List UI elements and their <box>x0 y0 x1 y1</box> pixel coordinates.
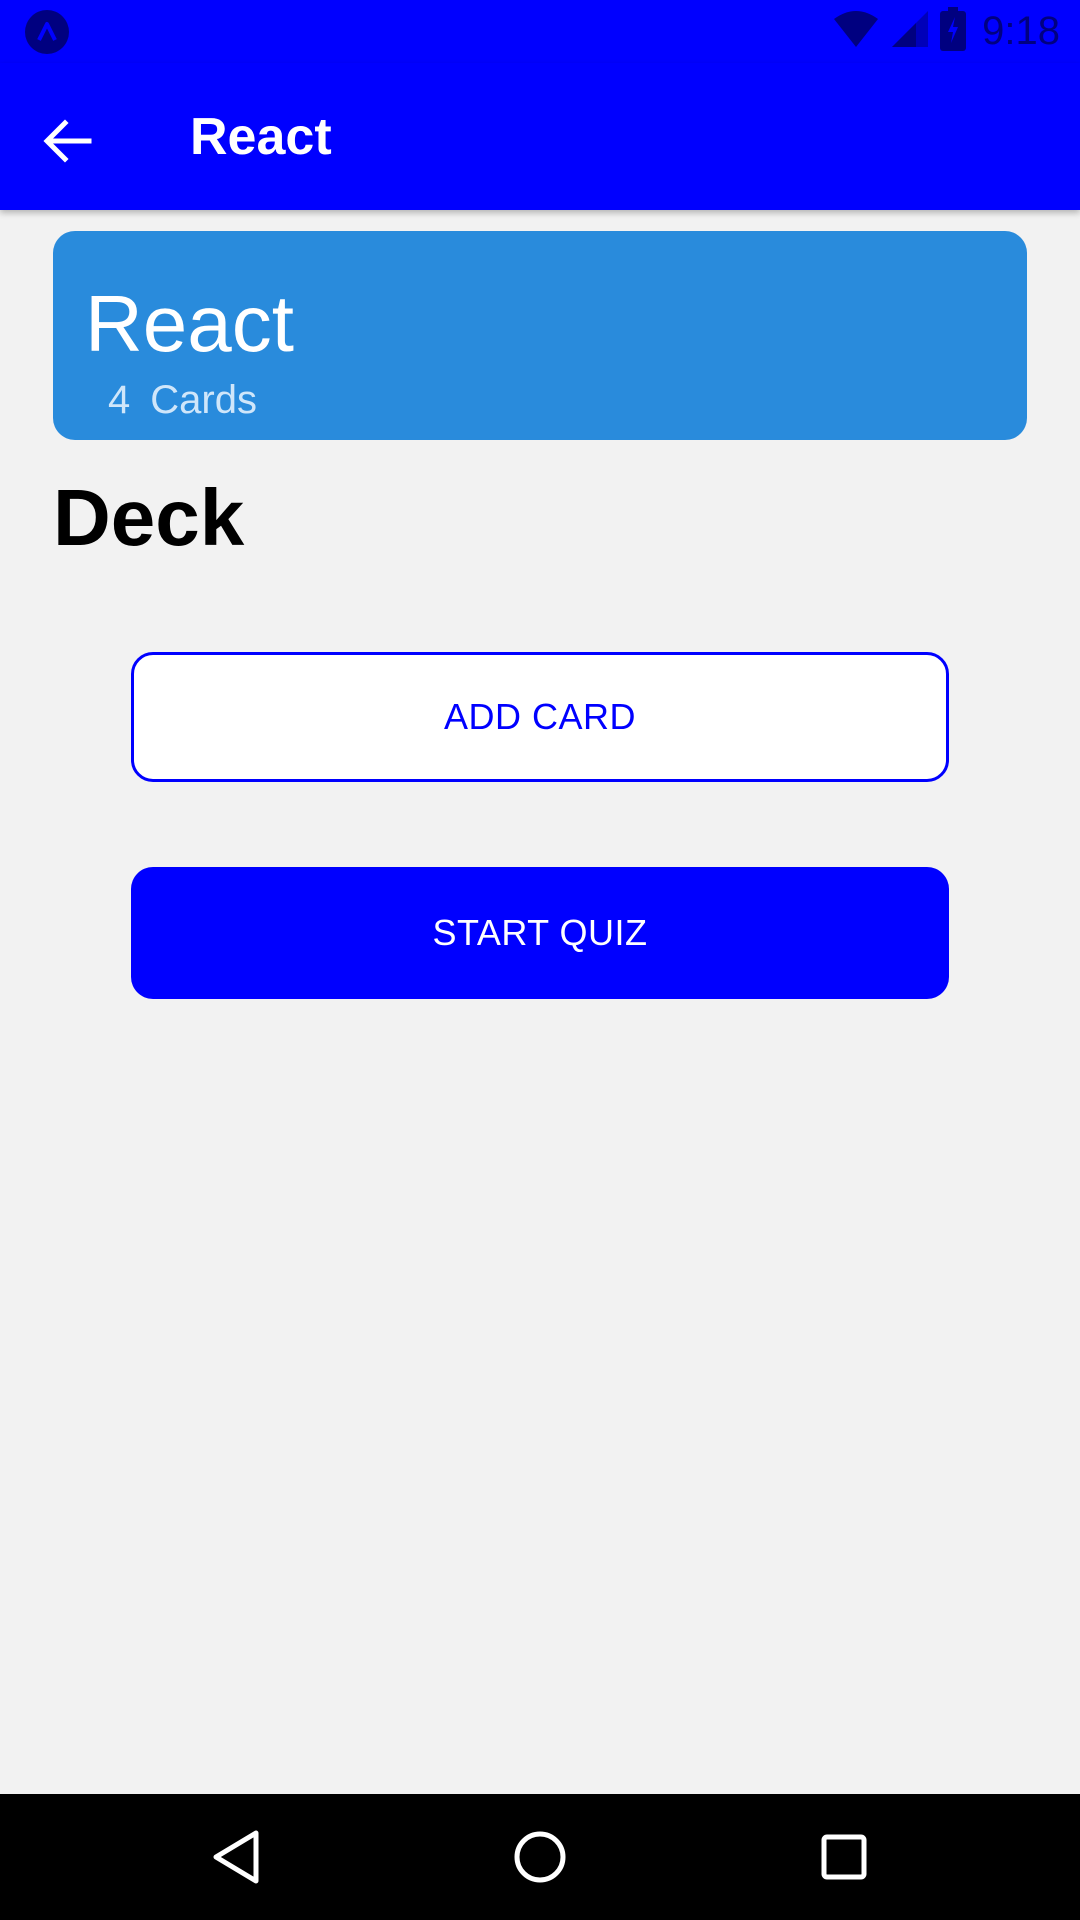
card-count-number: 4 <box>108 378 131 422</box>
section-heading: Deck <box>53 473 245 562</box>
add-card-button[interactable]: ADD CARD <box>131 652 949 782</box>
arrow-left-icon <box>43 119 92 163</box>
app-bar-title: React <box>190 108 332 166</box>
app-bar: React <box>0 63 1080 210</box>
nav-back-button[interactable] <box>196 1817 276 1897</box>
home-circle-icon <box>514 1831 566 1883</box>
back-triangle-icon <box>213 1830 259 1884</box>
status-bar: 9:18 <box>0 0 1080 63</box>
back-button[interactable] <box>30 103 106 179</box>
status-time: 9:18 <box>982 9 1060 53</box>
nav-home-button[interactable] <box>500 1817 580 1897</box>
deck-card-count: 4 Cards <box>108 377 277 423</box>
signal-icon <box>890 9 930 54</box>
app-notification-icon <box>25 10 69 54</box>
start-quiz-button[interactable]: START QUIZ <box>131 867 949 999</box>
deck-title: React <box>85 279 294 368</box>
wifi-icon <box>832 9 880 54</box>
battery-charging-icon <box>940 7 967 56</box>
system-nav-bar <box>0 1794 1080 1920</box>
recents-square-icon <box>821 1834 867 1880</box>
deck-summary-card: React 4 Cards <box>53 231 1027 440</box>
card-count-label: Cards <box>150 378 257 422</box>
status-icons: 9:18 <box>832 0 1060 63</box>
screen: 9:18 React React 4 Cards Deck ADD CARD ST… <box>0 0 1080 1920</box>
nav-recents-button[interactable] <box>804 1817 884 1897</box>
